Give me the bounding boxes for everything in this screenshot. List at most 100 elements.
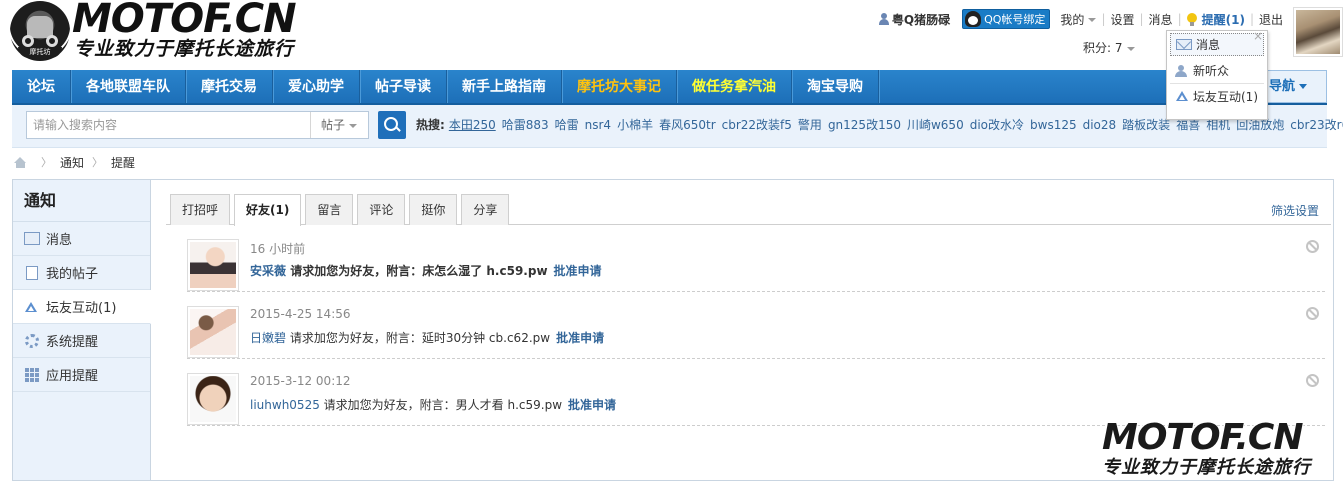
- hot-search-link[interactable]: 踏板改装: [1122, 118, 1170, 132]
- nav-item-alliances[interactable]: 各地联盟车队: [71, 70, 186, 103]
- hot-search-link[interactable]: gn125改150: [828, 118, 901, 132]
- ignore-icon[interactable]: [1306, 307, 1319, 320]
- nav-item-charity[interactable]: 爱心助学: [273, 70, 360, 103]
- hot-search-link[interactable]: 福喜: [1176, 118, 1200, 132]
- hot-search-link[interactable]: dio28: [1083, 118, 1117, 132]
- search-type-label: 帖子: [321, 118, 346, 132]
- user-link[interactable]: 日嫩碧: [250, 331, 286, 345]
- hot-search-link[interactable]: 春风650tr: [659, 118, 716, 132]
- credit-menu[interactable]: 积分: 7: [1083, 39, 1135, 56]
- hot-search-link[interactable]: nsr4: [585, 118, 611, 132]
- tab-greet[interactable]: 打招呼: [170, 194, 231, 225]
- chevron-down-icon: [1299, 84, 1308, 89]
- watermark-logo-text: MOTOF.CN: [1102, 417, 1303, 458]
- divider: |: [1249, 12, 1254, 26]
- breadcrumb: 〉 通知 〉 提醒: [14, 154, 135, 170]
- mine-menu[interactable]: 我的: [1060, 11, 1097, 28]
- tab-share[interactable]: 分享: [461, 194, 510, 225]
- list-item: 2015-4-25 14:56 日嫩碧 请求加您为好友，附言：延时30分钟 cb…: [187, 297, 1325, 359]
- notice-time: 2015-4-25 14:56: [250, 307, 351, 321]
- divider: |: [1101, 12, 1106, 26]
- remind-menu-item-messages[interactable]: 消息: [1170, 33, 1264, 56]
- hot-search-link[interactable]: 警用: [798, 118, 822, 132]
- tab-guestbook[interactable]: 留言: [305, 194, 354, 225]
- nav-item-forum[interactable]: 论坛: [12, 70, 71, 103]
- avatar[interactable]: [187, 306, 239, 358]
- hot-search-link[interactable]: 回油放炮: [1236, 118, 1284, 132]
- hot-search-link[interactable]: 哈雷: [555, 118, 579, 132]
- approve-button[interactable]: 批准申请: [556, 331, 604, 345]
- search-input[interactable]: [27, 112, 310, 138]
- remind-menu-label: 消息: [1196, 38, 1221, 52]
- ignore-icon[interactable]: [1306, 240, 1319, 253]
- approve-button[interactable]: 批准申请: [554, 264, 602, 278]
- notice-text: 请求加您为好友，附言：男人才看 h.c59.pw: [323, 398, 563, 412]
- nav-item-trade[interactable]: 摩托交易: [186, 70, 273, 103]
- tab-comments[interactable]: 评论: [357, 194, 406, 225]
- remind-menu-label: 坛友互动(1): [1193, 89, 1258, 104]
- nav-more-button[interactable]: 导航: [1265, 70, 1327, 103]
- user-link[interactable]: liuhwh0525: [250, 398, 320, 412]
- qq-bind-label: QQ帐号绑定: [984, 13, 1046, 26]
- sidebar-item-label: 系统提醒: [46, 335, 99, 350]
- hot-search-link[interactable]: 本田250: [449, 118, 496, 132]
- sidebar-item-apps[interactable]: 应用提醒: [13, 358, 150, 392]
- sidebar-item-system[interactable]: 系统提醒: [13, 324, 150, 358]
- site-logo[interactable]: 摩托坊 MOTOF.CN 专业致力于摩托长途旅行: [10, 0, 310, 64]
- remind-label: 提醒(1): [1201, 12, 1245, 27]
- nav-item-tasks[interactable]: 做任务拿汽油: [677, 70, 792, 103]
- filter-settings-link[interactable]: 筛选设置: [1271, 202, 1319, 219]
- ignore-icon[interactable]: [1306, 374, 1319, 387]
- chevron-down-icon: [1126, 46, 1135, 51]
- qq-bind-button[interactable]: QQ帐号绑定: [962, 9, 1051, 29]
- sidebar-item-messages[interactable]: 消息: [13, 222, 150, 256]
- search-type-select[interactable]: 帖子: [310, 112, 368, 138]
- tab-friends[interactable]: 好友(1): [234, 194, 302, 226]
- hot-search-link[interactable]: cbr23改r6: [1290, 118, 1343, 132]
- nav-item-digest[interactable]: 帖子导读: [360, 70, 447, 103]
- nav-item-taobao[interactable]: 淘宝导购: [792, 70, 879, 103]
- logo-slogan: 专业致力于摩托长途旅行: [74, 38, 295, 60]
- search-button[interactable]: [378, 111, 406, 139]
- notice-time: 2015-3-12 00:12: [250, 374, 351, 388]
- gear-icon: [25, 333, 39, 348]
- tab-support[interactable]: 挺你: [409, 194, 458, 225]
- user-link[interactable]: 安采薇: [250, 264, 286, 278]
- chevron-down-icon: [349, 123, 358, 128]
- close-icon[interactable]: ×: [1253, 29, 1263, 43]
- watermark: MOTOF.CN 专业致力于摩托长途旅行: [1100, 418, 1343, 486]
- remind-link[interactable]: 提醒(1): [1186, 11, 1245, 28]
- username-link[interactable]: 粤Q猪肠碌: [878, 11, 950, 28]
- sidebar-item-my-posts[interactable]: 我的帖子: [13, 256, 150, 290]
- hot-search-link[interactable]: bws125: [1030, 118, 1077, 132]
- hot-search-link[interactable]: dio改水冷: [970, 118, 1024, 132]
- hot-search-link[interactable]: 相机: [1206, 118, 1230, 132]
- recycle-icon: [24, 301, 38, 313]
- hot-search-link[interactable]: cbr22改装f5: [722, 118, 792, 132]
- approve-button[interactable]: 批准申请: [568, 398, 616, 412]
- hot-search-link[interactable]: 哈雷883: [502, 118, 549, 132]
- hot-search-link[interactable]: 小棉羊: [617, 118, 653, 132]
- messages-link[interactable]: 消息: [1149, 11, 1173, 28]
- sidebar-item-interaction[interactable]: 坛友互动(1): [13, 290, 151, 324]
- notice-tabs: 打招呼 好友(1) 留言 评论 挺你 分享: [170, 194, 513, 226]
- main-nav: 论坛 各地联盟车队 摩托交易 爱心助学 帖子导读 新手上路指南 摩托坊大事记 做…: [12, 70, 1327, 105]
- notice-message: 安采薇 请求加您为好友，附言：床怎么湿了 h.c59.pw 批准申请: [250, 262, 602, 279]
- nav-item-newbie-guide[interactable]: 新手上路指南: [447, 70, 562, 103]
- avatar[interactable]: [187, 239, 239, 291]
- qq-penguin-icon: [965, 11, 982, 27]
- hot-search-link[interactable]: 川崎w650: [907, 118, 964, 132]
- remind-menu-item-interaction[interactable]: 坛友互动(1): [1170, 83, 1264, 108]
- nav-item-chronicle[interactable]: 摩托坊大事记: [562, 70, 677, 103]
- sidebar-item-label: 坛友互动(1): [46, 301, 117, 316]
- avatar[interactable]: [1293, 7, 1343, 57]
- remind-menu-item-followers[interactable]: 新听众: [1170, 58, 1264, 83]
- breadcrumb-item-remind: 提醒: [111, 155, 136, 170]
- breadcrumb-separator: 〉: [41, 156, 52, 169]
- notice-message: liuhwh0525 请求加您为好友，附言：男人才看 h.c59.pw 批准申请: [250, 396, 616, 413]
- breadcrumb-item-notice[interactable]: 通知: [60, 154, 84, 171]
- logout-link[interactable]: 退出: [1259, 11, 1283, 28]
- settings-link[interactable]: 设置: [1110, 11, 1134, 28]
- home-icon[interactable]: [14, 156, 27, 168]
- avatar[interactable]: [187, 373, 239, 425]
